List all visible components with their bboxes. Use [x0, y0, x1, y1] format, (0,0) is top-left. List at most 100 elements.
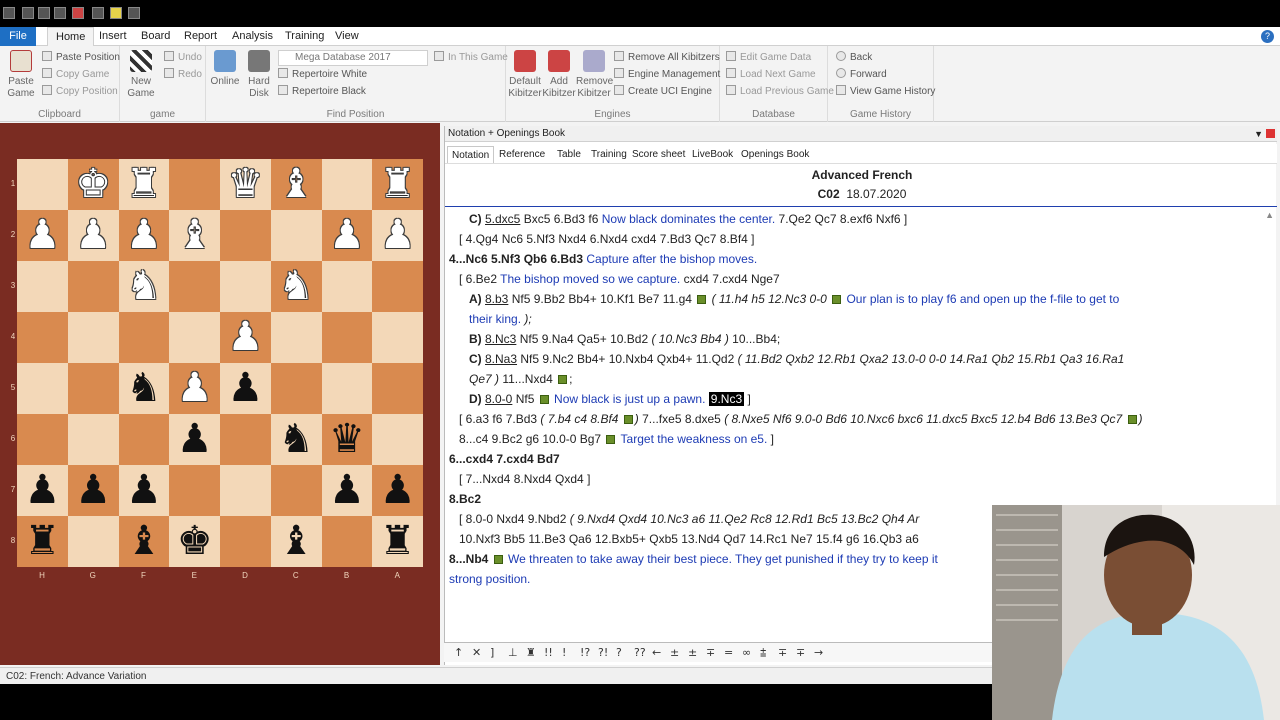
- annotation-symbol-button[interactable]: =: [724, 646, 733, 659]
- board-square[interactable]: [372, 363, 423, 414]
- board-square[interactable]: [220, 516, 271, 567]
- remove-all-kibitzers-button[interactable]: Remove All Kibitzers: [614, 50, 720, 66]
- board-square[interactable]: [321, 363, 373, 414]
- black-bishop[interactable]: ♝: [119, 516, 170, 567]
- database-select[interactable]: Mega Database 2017: [278, 50, 428, 66]
- notation-tab[interactable]: LiveBook: [688, 146, 737, 163]
- white-pawn[interactable]: ♟: [119, 210, 170, 261]
- annotation-symbol-button[interactable]: ??: [634, 646, 646, 659]
- board-square[interactable]: [118, 414, 170, 465]
- annotation-symbol-button[interactable]: →: [814, 646, 823, 659]
- notation-line[interactable]: C) 5.dxc5 Bxc5 6.Bd3 f6 Now black domina…: [449, 209, 1269, 229]
- white-rook[interactable]: ♜: [119, 159, 170, 210]
- black-rook[interactable]: ♜: [17, 516, 68, 567]
- annotation-symbol-button[interactable]: ?!: [598, 646, 608, 659]
- notation-line[interactable]: Qe7 ) 11...Nxd4 ;: [449, 369, 1269, 389]
- repertoire-black-button[interactable]: Repertoire Black: [278, 84, 366, 100]
- chessboard[interactable]: ♚ ♜ ♛ ♝ ♜ ♟ ♟ ♟ ♝ ♟ ♟ ♞ ♞ ♟ ♞ ♟ ♟ ♟ ♞ ♛ ♟ ♟ ♟ ♟ ♟ ♜ ♝ ♚ ♝ ♜: [17, 159, 423, 567]
- annotation-symbol-button[interactable]: !?: [580, 646, 590, 659]
- board-square[interactable]: [321, 261, 373, 312]
- board-square[interactable]: [118, 312, 170, 363]
- edit-game-data-button[interactable]: Edit Game Data: [726, 50, 811, 66]
- board-square[interactable]: [220, 465, 271, 516]
- board-square[interactable]: [270, 363, 322, 414]
- create-uci-engine-button[interactable]: Create UCI Engine: [614, 84, 712, 100]
- annotation-symbol-button[interactable]: ∓: [796, 646, 805, 659]
- board-square[interactable]: [372, 312, 423, 363]
- white-rook[interactable]: ♜: [372, 159, 423, 210]
- notation-line[interactable]: 8...c4 9.Bc2 g6 10.0-0 Bg7 Target the we…: [449, 429, 1269, 449]
- annotation-symbol-button[interactable]: ∞: [742, 646, 751, 659]
- board-square[interactable]: [169, 261, 220, 312]
- panel-menu-icon[interactable]: ▼: [1254, 126, 1263, 142]
- white-pawn[interactable]: ♟: [372, 210, 423, 261]
- load-previous-game-button[interactable]: Load Previous Game: [726, 84, 834, 100]
- annotation-symbol-button[interactable]: ✕: [472, 646, 481, 659]
- forward-button[interactable]: Forward: [836, 67, 887, 83]
- load-next-game-button[interactable]: Load Next Game: [726, 67, 816, 83]
- tab-view[interactable]: View: [327, 27, 367, 46]
- black-pawn[interactable]: ♟: [322, 465, 373, 516]
- black-knight[interactable]: ♞: [119, 363, 170, 414]
- annotation-symbol-button[interactable]: ♜: [526, 646, 536, 659]
- engine-icon[interactable]: [72, 7, 84, 19]
- board-square[interactable]: [67, 312, 119, 363]
- tab-home[interactable]: Home: [47, 27, 95, 47]
- online-button[interactable]: Online: [210, 50, 240, 88]
- white-king[interactable]: ♚: [68, 159, 119, 210]
- board-square[interactable]: [321, 516, 373, 567]
- print-icon[interactable]: [54, 7, 66, 19]
- tab-insert[interactable]: Insert: [91, 27, 135, 46]
- tab-analysis[interactable]: Analysis: [224, 27, 281, 46]
- notation-line[interactable]: [ 7...Nxd4 8.Nxd4 Qxd4 ]: [449, 469, 1269, 489]
- paste-game-button[interactable]: Paste Game: [4, 50, 38, 100]
- white-pawn[interactable]: ♟: [322, 210, 373, 261]
- white-knight[interactable]: ♞: [119, 261, 170, 312]
- annotation-symbol-button[interactable]: ±: [670, 646, 679, 659]
- black-bishop[interactable]: ♝: [271, 516, 322, 567]
- white-pawn[interactable]: ♟: [68, 210, 119, 261]
- white-pawn[interactable]: ♟: [17, 210, 68, 261]
- notation-line[interactable]: [ 4.Qg4 Nc6 5.Nf3 Nxd4 6.Nxd4 cxd4 7.Bd3…: [449, 229, 1269, 249]
- in-this-game-button[interactable]: In This Game: [434, 50, 508, 66]
- notation-tab[interactable]: Reference: [495, 146, 549, 163]
- annotation-symbol-button[interactable]: ⊥: [508, 646, 518, 659]
- copy-position-button[interactable]: Copy Position: [42, 84, 118, 100]
- notation-line[interactable]: [ 6.Be2 The bishop moved so we capture. …: [449, 269, 1269, 289]
- tab-training[interactable]: Training: [277, 27, 332, 46]
- annotation-symbol-button[interactable]: ⩲: [760, 646, 766, 660]
- annotation-symbol-button[interactable]: !: [562, 646, 566, 659]
- notation-line[interactable]: B) 8.Nc3 Nf5 9.Na4 Qa5+ 10.Bd2 ( 10.Nc3 …: [449, 329, 1269, 349]
- board-square[interactable]: [17, 363, 68, 414]
- remove-kibitzer-button[interactable]: Remove Kibitzer: [576, 50, 613, 100]
- black-king[interactable]: ♚: [169, 516, 220, 567]
- board-square[interactable]: [270, 465, 322, 516]
- board-square[interactable]: [67, 414, 119, 465]
- board-square[interactable]: [17, 261, 68, 312]
- save-icon[interactable]: [22, 7, 34, 19]
- board-square[interactable]: [220, 210, 271, 261]
- black-pawn[interactable]: ♟: [220, 363, 271, 414]
- annotation-symbol-button[interactable]: ↑: [454, 646, 463, 659]
- white-pawn[interactable]: ♟: [169, 363, 220, 414]
- add-kibitzer-button[interactable]: Add Kibitzer: [542, 50, 576, 100]
- notation-line[interactable]: A) 8.b3 Nf5 9.Bb2 Bb4+ 10.Kf1 Be7 11.g4 …: [449, 289, 1269, 309]
- notation-tab[interactable]: Training: [587, 146, 631, 163]
- notation-tab[interactable]: Notation: [447, 146, 495, 163]
- board-square[interactable]: [17, 414, 68, 465]
- redo-button[interactable]: Redo: [164, 67, 202, 83]
- new-game-button[interactable]: New Game: [124, 50, 158, 100]
- board-square[interactable]: [220, 261, 271, 312]
- board-square[interactable]: [67, 261, 119, 312]
- hard-disk-button[interactable]: Hard Disk: [244, 50, 274, 100]
- board-square[interactable]: [270, 312, 322, 363]
- black-queen[interactable]: ♛: [322, 414, 373, 465]
- notation-line[interactable]: 4...Nc6 5.Nf3 Qb6 6.Bd3 Capture after th…: [449, 249, 1269, 269]
- tab-board[interactable]: Board: [133, 27, 178, 46]
- board-square[interactable]: [17, 312, 68, 363]
- board-square[interactable]: [372, 414, 423, 465]
- annotation-symbol-button[interactable]: ∓: [706, 646, 715, 659]
- notation-line[interactable]: their king. );: [449, 309, 1269, 329]
- bulb-icon[interactable]: [110, 7, 122, 19]
- annotation-symbol-button[interactable]: !!: [544, 646, 553, 659]
